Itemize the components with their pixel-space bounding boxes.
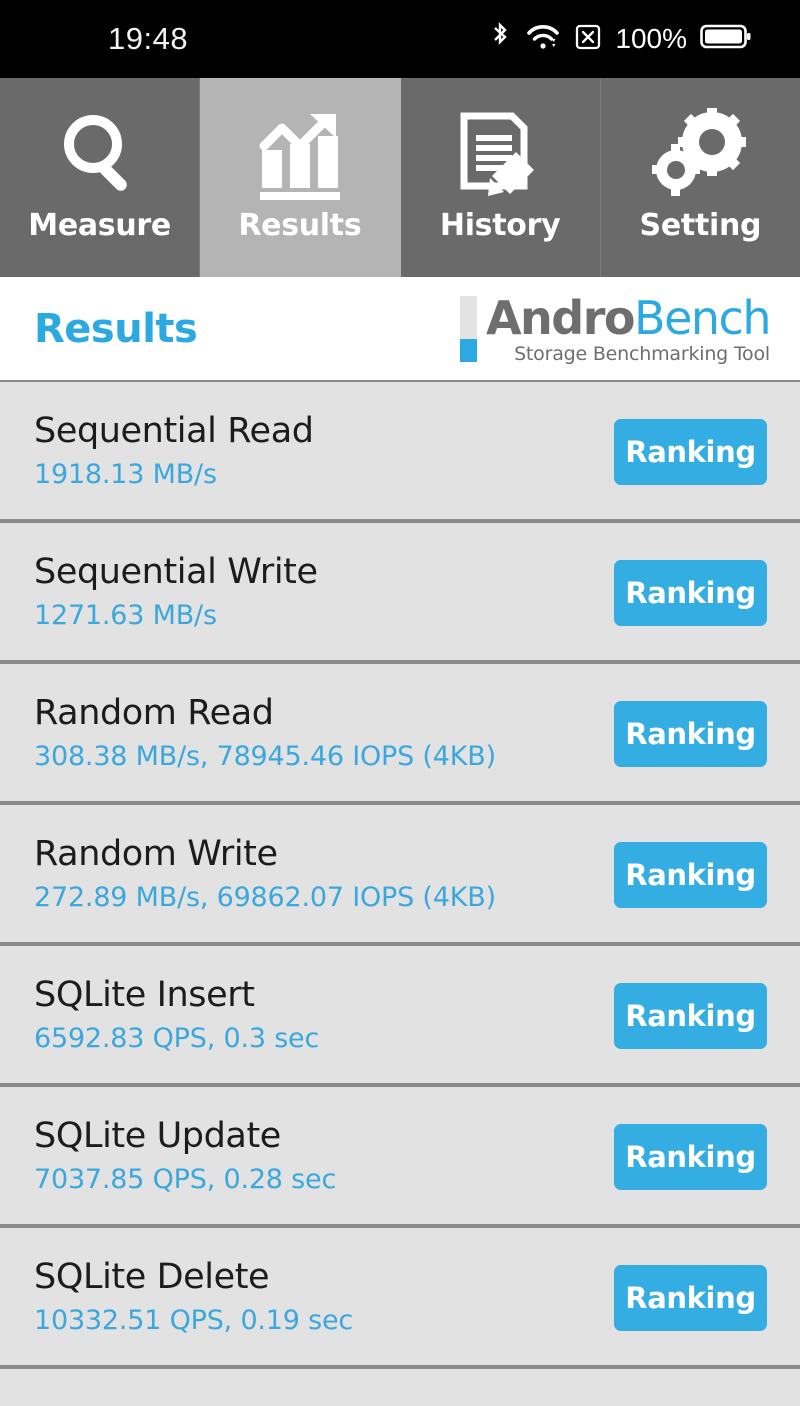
logo-word-andro: Andro [485, 291, 636, 345]
table-row[interactable]: Sequential Write 1271.63 MB/s Ranking [0, 523, 800, 664]
wifi-icon [525, 21, 561, 57]
tab-results-label: Results [238, 208, 362, 243]
page-title: Results [34, 305, 198, 352]
magnifier-icon [55, 102, 145, 206]
result-value: 1918.13 MB/s [34, 458, 217, 490]
table-row[interactable]: Random Read 308.38 MB/s, 78945.46 IOPS (… [0, 664, 800, 805]
status-bar: 19:48 100% [0, 0, 800, 78]
logo-bar-icon [459, 296, 477, 362]
result-value: 7037.85 QPS, 0.28 sec [34, 1163, 337, 1195]
battery-icon [700, 22, 752, 56]
tab-bar: Measure Results History Setting [0, 78, 800, 277]
tab-setting[interactable]: Setting [600, 78, 800, 277]
status-clock: 19:48 [108, 21, 189, 56]
ranking-button[interactable]: Ranking [614, 841, 767, 908]
result-value: 272.89 MB/s, 69862.07 IOPS (4KB) [34, 881, 496, 913]
list-bottom-spacer [0, 1369, 800, 1406]
results-list: Sequential Read 1918.13 MB/s Ranking Seq… [0, 380, 800, 1406]
logo-subtitle: Storage Benchmarking Tool [514, 343, 770, 365]
battery-percent-label: 100% [615, 23, 687, 54]
table-row[interactable]: SQLite Update 7037.85 QPS, 0.28 sec Rank… [0, 1087, 800, 1228]
result-name: SQLite Update [34, 1115, 281, 1156]
result-value: 308.38 MB/s, 78945.46 IOPS (4KB) [34, 740, 496, 772]
bar-chart-trend-icon [252, 102, 348, 206]
tab-measure-label: Measure [28, 208, 171, 243]
status-indicators: 100% [488, 21, 752, 57]
table-row[interactable]: Sequential Read 1918.13 MB/s Ranking [0, 382, 800, 523]
ranking-button[interactable]: Ranking [614, 700, 767, 767]
ranking-button[interactable]: Ranking [614, 1264, 767, 1331]
tab-history[interactable]: History [400, 78, 601, 277]
result-value: 1271.63 MB/s [34, 599, 217, 631]
ranking-button[interactable]: Ranking [614, 982, 767, 1049]
document-pencil-icon [454, 102, 546, 206]
table-row[interactable]: SQLite Delete 10332.51 QPS, 0.19 sec Ran… [0, 1228, 800, 1369]
table-row[interactable]: Random Write 272.89 MB/s, 69862.07 IOPS … [0, 805, 800, 946]
tab-results[interactable]: Results [200, 78, 401, 277]
page-header: Results AndroBench Storage Benchmarking … [0, 277, 800, 380]
bluetooth-icon [488, 21, 512, 57]
gears-icon [650, 102, 750, 206]
result-name: Random Read [34, 692, 274, 733]
logo-wordmark: AndroBench [485, 291, 772, 345]
tab-setting-label: Setting [639, 208, 762, 243]
tab-measure[interactable]: Measure [0, 78, 201, 277]
result-value: 6592.83 QPS, 0.3 sec [34, 1022, 320, 1054]
ranking-button[interactable]: Ranking [614, 559, 767, 626]
androbench-logo: AndroBench Storage Benchmarking Tool [459, 291, 772, 365]
ranking-button[interactable]: Ranking [614, 1123, 767, 1190]
result-name: Sequential Write [34, 551, 318, 592]
result-name: SQLite Delete [34, 1256, 270, 1297]
result-name: Sequential Read [34, 410, 314, 451]
result-value: 10332.51 QPS, 0.19 sec [34, 1304, 354, 1336]
logo-word-bench: Bench [634, 291, 771, 345]
result-name: Random Write [34, 833, 278, 874]
tab-history-label: History [439, 208, 561, 243]
table-row[interactable]: SQLite Insert 6592.83 QPS, 0.3 sec Ranki… [0, 946, 800, 1087]
sim-card-off-icon [574, 22, 602, 56]
result-name: SQLite Insert [34, 974, 255, 1015]
ranking-button[interactable]: Ranking [614, 418, 767, 485]
